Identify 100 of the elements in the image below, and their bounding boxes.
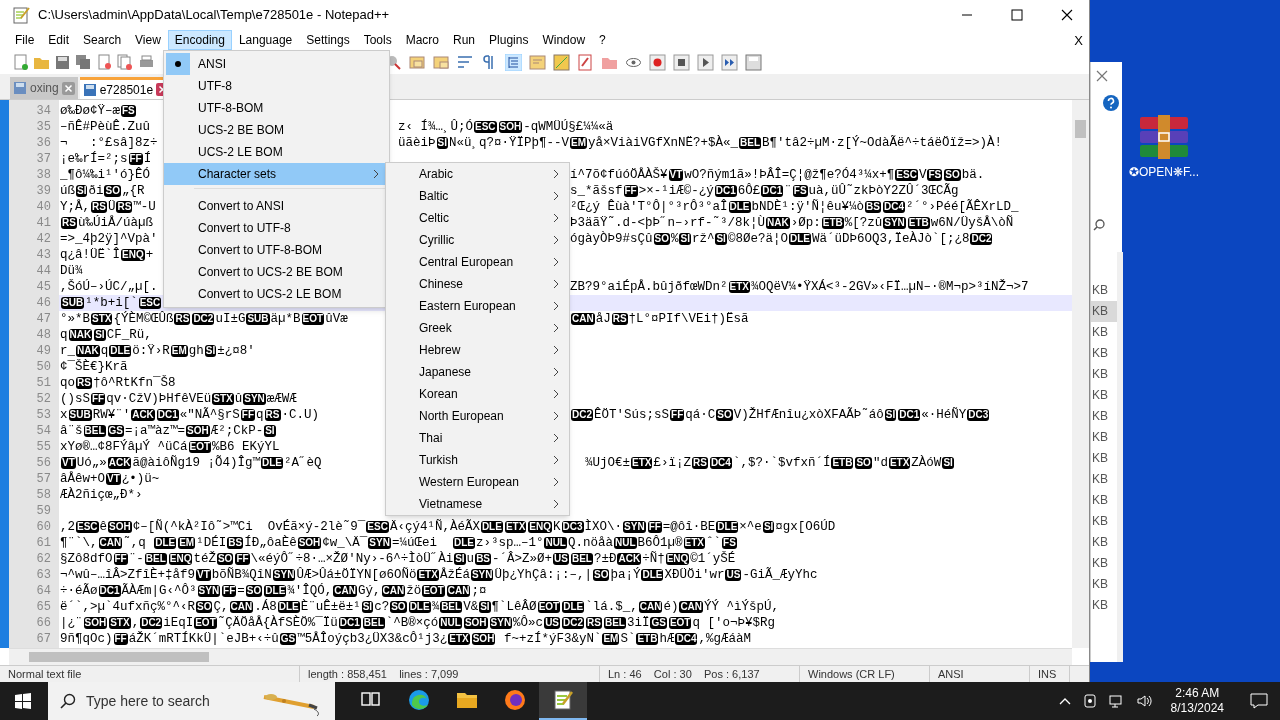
- menu-item[interactable]: Eastern European: [386, 295, 569, 317]
- size-cell-text: KB: [1091, 471, 1109, 488]
- menu-item[interactable]: Macro: [398, 30, 446, 50]
- save-macro-icon[interactable]: [745, 53, 762, 71]
- menu-item[interactable]: ?: [592, 30, 613, 50]
- scrollbar[interactable]: [1072, 100, 1089, 648]
- editor-text: iEqI: [163, 615, 194, 631]
- document-icon[interactable]: [96, 53, 113, 71]
- save-all-icon[interactable]: [75, 53, 92, 71]
- editor-text: {ÝÈM©ŒÛß: [113, 311, 174, 327]
- menu-item[interactable]: Search: [76, 30, 129, 50]
- device-icon[interactable]: [1082, 694, 1097, 708]
- window-icon[interactable]: [409, 53, 426, 71]
- menu-item[interactable]: Japanese: [386, 361, 569, 383]
- menu-item[interactable]: Celtic: [386, 207, 569, 229]
- menu-item[interactable]: Convert to UCS-2 BE BOM: [164, 261, 389, 283]
- menu-item[interactable]: Run: [446, 30, 483, 50]
- scrollbar[interactable]: [9, 648, 1072, 665]
- menu-item[interactable]: Western European: [386, 471, 569, 493]
- menu-item[interactable]: North European: [386, 405, 569, 427]
- menu-item[interactable]: View: [128, 30, 168, 50]
- fast-forward-icon[interactable]: [721, 53, 738, 71]
- menu-item[interactable]: Cyrillic: [386, 229, 569, 251]
- radio-check[interactable]: [166, 53, 190, 75]
- desktop-icon-label[interactable]: ✪OPEN❋F...: [1129, 163, 1199, 181]
- documents-icon[interactable]: [117, 53, 134, 71]
- editor-text: qo: [60, 375, 75, 391]
- clock-time[interactable]: 2:46 AM: [1175, 686, 1220, 701]
- clock-date[interactable]: 8/13/2024: [1170, 701, 1224, 716]
- control-char-badge: STX: [91, 313, 113, 325]
- menu-item[interactable]: Vietnamese: [386, 493, 569, 515]
- menu-item[interactable]: Tools: [356, 30, 399, 50]
- menu-item[interactable]: Settings: [299, 30, 357, 50]
- close-document-button[interactable]: X: [1074, 31, 1083, 51]
- control-char-badge: SYN: [272, 569, 296, 581]
- network-icon[interactable]: [1108, 694, 1125, 708]
- chevron-up-icon[interactable]: [1058, 697, 1071, 705]
- editor-text: ,ŠóÚ–›ÚC/„µ[.: [60, 279, 158, 295]
- control-char-badge: SO: [716, 409, 733, 421]
- chart-icon[interactable]: [553, 53, 570, 71]
- menu-item[interactable]: ANSI: [164, 53, 389, 75]
- new-file-icon[interactable]: [12, 53, 29, 71]
- control-char-badge: DC2: [571, 409, 593, 421]
- editor-text: ¢w_\Ä¯: [322, 535, 368, 551]
- search-field[interactable]: Type here to search: [48, 682, 335, 720]
- close-icon[interactable]: [1061, 9, 1073, 21]
- menu-item[interactable]: UCS-2 BE BOM: [164, 119, 389, 141]
- menu-item[interactable]: Edit: [41, 30, 77, 50]
- control-char-badge: SOH: [463, 617, 488, 629]
- control-char-badge: ETX: [417, 569, 439, 581]
- wrap-icon[interactable]: [457, 53, 474, 71]
- control-char-badge: DC1: [338, 617, 361, 629]
- scrollbar[interactable]: [1117, 252, 1123, 662]
- editor-text: ë´`,>µ`4ufxñç%°^‹R: [60, 599, 196, 615]
- archive-icon[interactable]: [1138, 115, 1190, 159]
- menu-item[interactable]: Arabic: [386, 163, 569, 185]
- menu-item[interactable]: UCS-2 LE BOM: [164, 141, 389, 163]
- editor-text: V)ŽHfÆnîu¿xòXFAÃÞ˜áô: [733, 407, 884, 423]
- play-icon[interactable]: [697, 53, 714, 71]
- menu-item[interactable]: Thai: [386, 427, 569, 449]
- menu-item[interactable]: Turkish: [386, 449, 569, 471]
- menu-item[interactable]: Hebrew: [386, 339, 569, 361]
- control-char-badge: ESC: [474, 121, 497, 133]
- menu-item[interactable]: Convert to UTF-8: [164, 217, 389, 239]
- stop-icon[interactable]: [673, 53, 690, 71]
- menu-item[interactable]: Baltic: [386, 185, 569, 207]
- function-icon[interactable]: [577, 53, 594, 71]
- editor-text: âÅêw+O: [60, 471, 105, 487]
- taskbar-app-button[interactable]: [539, 682, 587, 720]
- editor-text: ÍÐ„ôaÈê: [244, 535, 297, 551]
- menu-item[interactable]: Convert to UTF-8-BOM: [164, 239, 389, 261]
- volume-icon[interactable]: [1136, 694, 1153, 708]
- menu-item[interactable]: Chinese: [386, 273, 569, 295]
- window-icon[interactable]: [433, 53, 450, 71]
- menu-item[interactable]: Central European: [386, 251, 569, 273]
- editor-text: Í: [143, 151, 152, 167]
- notification-icon[interactable]: [1250, 693, 1268, 709]
- maximize-icon[interactable]: [1011, 9, 1023, 21]
- menu-item[interactable]: Convert to ANSI: [164, 195, 389, 217]
- control-char-badge: RS: [586, 617, 602, 629]
- windows-icon[interactable]: [15, 693, 31, 709]
- menu-item[interactable]: File: [8, 30, 42, 50]
- save-icon[interactable]: [54, 53, 71, 71]
- menu-item[interactable]: Plugins: [482, 30, 536, 50]
- editor-text: gh: [188, 343, 204, 359]
- scrollbar-thumb[interactable]: [1075, 120, 1086, 138]
- menu-item[interactable]: Greek: [386, 317, 569, 339]
- menu-item[interactable]: Window: [535, 30, 593, 50]
- tab[interactable]: oxing: [10, 77, 78, 99]
- menu-item[interactable]: Encoding: [167, 30, 232, 50]
- search-icon[interactable]: [1093, 219, 1105, 231]
- control-char-badge: ENQ: [168, 553, 193, 565]
- menu-item[interactable]: Language: [231, 30, 300, 50]
- help-icon[interactable]: [1103, 95, 1119, 111]
- menu-item[interactable]: Korean: [386, 383, 569, 405]
- menu-item[interactable]: UTF-8-BOM: [164, 97, 389, 119]
- menu-item[interactable]: Convert to UCS-2 LE BOM: [164, 283, 389, 305]
- record-icon[interactable]: [649, 53, 666, 71]
- scrollbar-thumb[interactable]: [29, 652, 209, 662]
- indent-guide-icon[interactable]: [505, 53, 522, 71]
